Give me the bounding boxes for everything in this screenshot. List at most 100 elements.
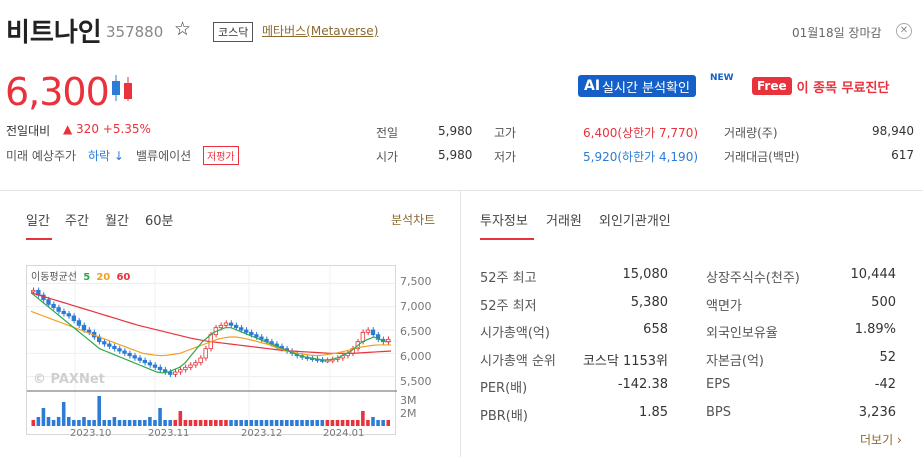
tab-invest-info[interactable]: 투자정보 — [480, 210, 528, 229]
candle-body — [218, 324, 224, 329]
volume-bar — [137, 420, 142, 426]
volume-bar — [72, 420, 76, 426]
invest-left-value: 5,380 — [630, 294, 668, 310]
more-link-text: 더보기 — [860, 433, 894, 447]
tab-investor[interactable]: 외인기관개인 — [599, 210, 671, 229]
candle-body — [249, 331, 254, 336]
candle-body — [365, 329, 371, 333]
quote-value-prev: 5,980 — [438, 124, 473, 138]
volume-bar — [41, 408, 46, 426]
candle-body — [142, 359, 148, 364]
quote-value-high: 6,400(상한가 7,770) — [583, 126, 699, 140]
volume-bar — [87, 420, 91, 426]
volume-bar — [249, 420, 254, 426]
invest-right-value: 3,236 — [858, 404, 896, 420]
quote-label-prev: 전일 — [376, 126, 399, 140]
volume-bar — [183, 420, 188, 426]
volume-bar — [214, 420, 218, 426]
valuation-tag[interactable]: 저평가 — [203, 146, 239, 165]
candle-body — [325, 359, 330, 363]
volume-bar — [82, 417, 86, 426]
candle-body — [66, 313, 71, 317]
vol-tick-2m: 2M — [400, 407, 417, 420]
market-tag: 코스닥 — [213, 22, 254, 42]
candle-body — [147, 362, 153, 366]
x-label-dec: 2023.12 — [241, 428, 283, 439]
volume-bar — [56, 417, 61, 426]
volume-bar — [305, 420, 309, 426]
ma-label-20: 20 — [96, 272, 111, 283]
vol-tick-3m: 3M — [400, 394, 417, 407]
invest-right-label: 상장주식수(천주) — [706, 271, 800, 286]
tab-broker[interactable]: 거래원 — [546, 210, 582, 229]
invest-left-value: 658 — [643, 322, 668, 337]
stock-name: 비트나인 — [6, 18, 102, 48]
volume-bar — [203, 420, 208, 426]
change-value: ▲ 320 +5.35% — [63, 122, 151, 136]
candle-body — [168, 371, 173, 375]
volume-bar — [127, 420, 132, 426]
volume-bar — [229, 420, 233, 426]
volume-bar — [168, 420, 172, 426]
candle-body — [360, 331, 366, 343]
volume-bar — [361, 411, 365, 426]
volume-bar — [193, 420, 198, 426]
quote-value-volume: 98,940 — [872, 124, 914, 138]
market-status: 01월18일 장마감 — [792, 26, 882, 40]
volume-bar — [244, 420, 249, 426]
invest-left-label: PER(배) — [480, 381, 528, 396]
candle-body — [223, 322, 229, 326]
tab-60min[interactable]: 60분 — [145, 210, 174, 229]
volume-bar — [350, 420, 355, 426]
volume-bar — [77, 420, 81, 426]
tab-weekly[interactable]: 주간 — [65, 210, 89, 229]
ai-analysis-button[interactable]: AI 실시간 분석확인 — [578, 75, 696, 97]
invest-right-label: EPS — [706, 377, 731, 392]
tab-daily[interactable]: 일간 — [26, 210, 50, 229]
invest-left-label: 시가총액 순위 — [480, 353, 556, 369]
volume-bar — [188, 420, 193, 426]
invest-right-label: BPS — [706, 404, 732, 420]
volume-bar — [224, 420, 228, 426]
candle-body — [254, 334, 259, 338]
tab-monthly[interactable]: 월간 — [105, 210, 129, 229]
close-circle-icon[interactable]: ✕ — [896, 23, 912, 39]
y-tick-5500: 5,500 — [400, 375, 432, 388]
volume-bar — [386, 420, 390, 426]
invest-right-label: 외국인보유율 — [706, 326, 778, 341]
volume-bar — [340, 420, 345, 426]
quote-label-volume: 거래량(주) — [724, 126, 778, 140]
free-diagnosis-button[interactable]: Free 이 종목 무료진단 — [752, 75, 889, 97]
watermark-text: PAXNet — [50, 372, 105, 387]
analysis-chart-link[interactable]: 분석차트 — [391, 211, 435, 228]
stock-chart[interactable]: 이동평균선 5 20 60 © PAXNet — [26, 265, 397, 436]
quote-value-low: 5,920(하한가 4,190) — [583, 150, 699, 164]
theme-link[interactable]: 메타버스(Metaverse) — [262, 22, 378, 39]
candle-body — [61, 310, 66, 315]
invest-right-value: 10,444 — [850, 267, 897, 282]
star-icon[interactable]: ☆ — [174, 18, 191, 40]
quote-label-high: 고가 — [494, 126, 517, 140]
more-link[interactable]: 더보기 › — [860, 431, 902, 448]
y-tick-7500: 7,500 — [400, 275, 432, 288]
volume-bar — [61, 402, 66, 426]
volume-bar — [153, 420, 157, 426]
divider — [0, 190, 923, 191]
ma-label-5: 5 — [83, 272, 91, 283]
volume-bar — [259, 420, 264, 426]
volume-bar — [31, 420, 36, 426]
volume-bar — [366, 420, 370, 426]
invest-left-label: PBR(배) — [480, 408, 528, 424]
invest-left-label: 52주 최저 — [480, 298, 537, 314]
candle-body — [81, 324, 87, 331]
invest-left-value: 1.85 — [639, 404, 668, 420]
candle-body — [107, 343, 112, 347]
volume-bar — [335, 420, 340, 426]
ma-label-60: 60 — [116, 272, 131, 283]
candle-body — [132, 355, 137, 359]
volume-bar — [254, 420, 259, 426]
forecast-link[interactable]: 하락 ↓ — [88, 147, 124, 164]
volume-bar — [315, 420, 320, 426]
volume-bar — [295, 420, 299, 426]
ai-text: 실시간 분석확인 — [602, 80, 690, 96]
